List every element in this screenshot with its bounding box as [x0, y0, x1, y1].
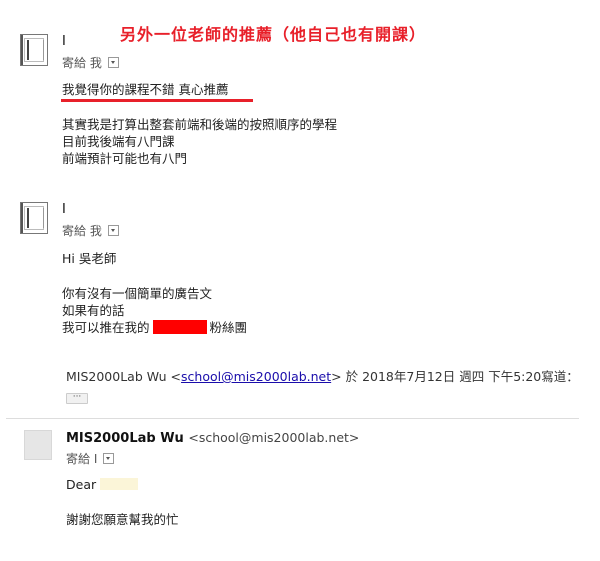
avatar[interactable]	[20, 202, 48, 234]
sender-display-name: MIS2000Lab Wu	[66, 431, 184, 446]
recipient-label: 寄給 I	[66, 452, 98, 466]
sender-name[interactable]: I	[62, 34, 66, 49]
recipient-line: 寄給 I	[66, 450, 115, 467]
divider	[6, 418, 579, 419]
message-text: 我可以推在我的	[62, 320, 150, 335]
red-underline	[61, 99, 253, 102]
message-line: 前端預計可能也有八門	[62, 151, 188, 166]
quote-prefix: MIS2000Lab Wu <	[66, 369, 182, 384]
chevron-down-icon[interactable]	[107, 57, 119, 68]
chevron-down-icon[interactable]	[107, 225, 119, 236]
message-line: 我可以推在我的 粉絲團	[62, 319, 247, 336]
message-highlight: 我覺得你的課程不錯 真心推薦	[62, 82, 229, 97]
sender-name[interactable]: MIS2000Lab Wu <school@mis2000lab.net>	[66, 430, 359, 446]
recipient-line: 寄給 我	[62, 54, 119, 71]
recipient-label: 寄給 我	[62, 56, 102, 70]
greeting-text: Dear	[66, 477, 97, 492]
email-link[interactable]: school@mis2000lab.net	[181, 369, 331, 384]
message-greeting: Hi 吳老師	[62, 251, 117, 266]
blurred-name	[100, 478, 139, 490]
message-greeting: Dear	[66, 476, 139, 493]
message-line: 你有沒有一個簡單的廣告文	[62, 286, 213, 301]
quote-header: MIS2000Lab Wu <school@mis2000lab.net> 於 …	[66, 366, 579, 385]
sender-email: <school@mis2000lab.net>	[188, 430, 360, 445]
page-title: 另外一位老師的推薦（他自己也有開課）	[120, 25, 427, 44]
avatar[interactable]	[20, 34, 48, 66]
message-line: 目前我後端有八門課	[62, 134, 175, 149]
message-line: 如果有的話	[62, 303, 125, 318]
quote-suffix: > 於 2018年7月12日 週四 下午5:20寫道：	[331, 369, 579, 384]
recipient-label: 寄給 我	[62, 224, 102, 238]
show-trimmed-button[interactable]: ···	[66, 393, 88, 404]
redacted-box	[152, 320, 207, 334]
chevron-down-icon[interactable]	[103, 453, 115, 464]
message-text: 粉絲團	[209, 320, 248, 335]
recipient-line: 寄給 我	[62, 222, 119, 239]
message-body: 其實我是打算出整套前端和後端的按照順序的學程 目前我後端有八門課 前端預計可能也…	[62, 116, 337, 167]
sender-name[interactable]: I	[62, 202, 66, 217]
message-line: 其實我是打算出整套前端和後端的按照順序的學程	[62, 117, 338, 132]
message-body: 你有沒有一個簡單的廣告文 如果有的話 我可以推在我的 粉絲團	[62, 285, 247, 336]
message-line: 謝謝您願意幫我的忙	[66, 512, 179, 527]
avatar[interactable]	[24, 430, 52, 460]
